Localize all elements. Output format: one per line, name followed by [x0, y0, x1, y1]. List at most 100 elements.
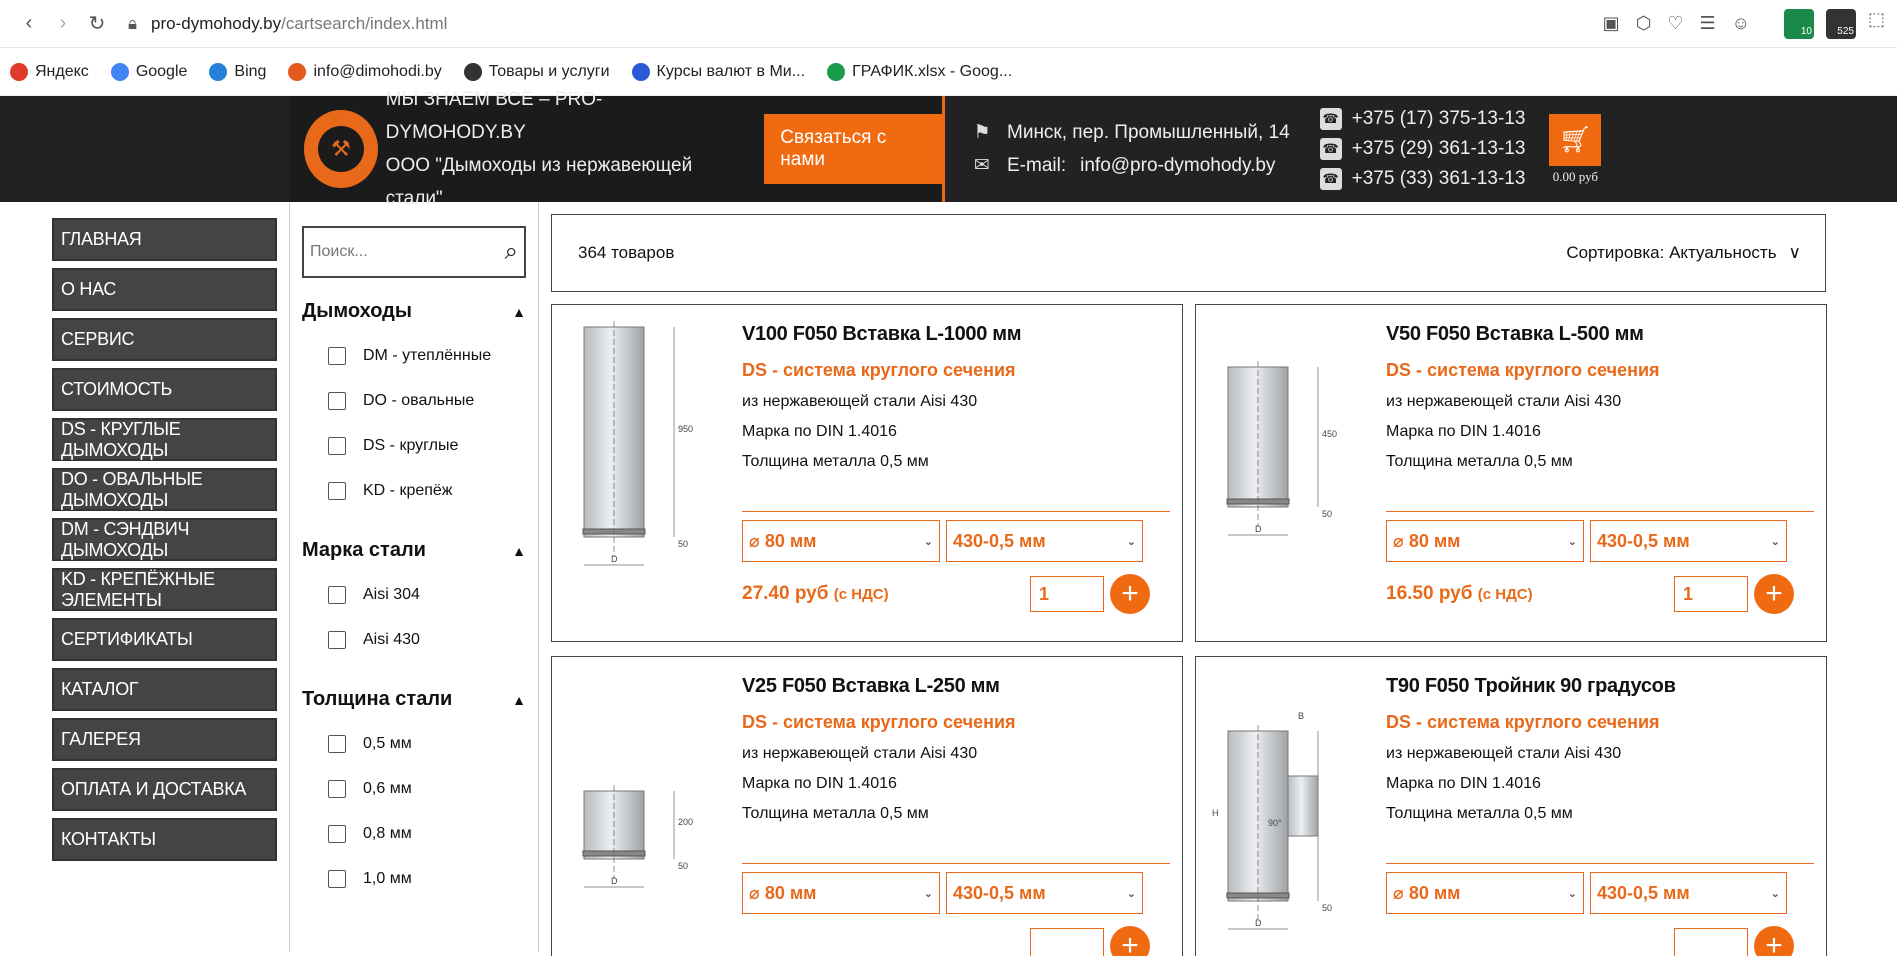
menu-item[interactable]: СЕРТИФИКАТЫ [52, 618, 277, 661]
add-to-cart-button[interactable]: + [1110, 574, 1150, 614]
filter-option[interactable]: DO - овальные [302, 378, 526, 423]
checkbox[interactable] [328, 436, 346, 455]
bookmark-item[interactable]: Bing [209, 62, 267, 81]
menu-item[interactable]: ГАЛЕРЕЯ [52, 718, 277, 761]
checkbox[interactable] [328, 346, 346, 365]
menu-item[interactable]: DO - ОВАЛЬНЫЕ ДЫМОХОДЫ [52, 468, 277, 511]
filter-option[interactable]: 0,6 мм [302, 766, 526, 811]
checkbox[interactable] [328, 391, 346, 410]
filter-option[interactable]: 0,5 мм [302, 721, 526, 766]
product-grid: 950 50 D V100 F050 Вставка L-1000 мм DS - си… [551, 304, 1827, 956]
product-title[interactable]: V25 F050 Вставка L-250 мм [742, 675, 1170, 698]
cart[interactable]: 🛒︎ 0.00 руб [1549, 113, 1602, 185]
bookmark-item[interactable]: Google [110, 62, 188, 81]
collapse-triangle-icon[interactable]: ▲ [512, 543, 526, 559]
menu-item[interactable]: СТОИМОСТЬ [52, 368, 277, 411]
steel-select[interactable]: 430-0,5 мм ⌄ [1590, 520, 1787, 562]
reload-icon[interactable]: ↻ [80, 7, 114, 41]
bookmark-label: Bing [234, 62, 267, 80]
logo-gear-icon[interactable]: ⚒ [310, 116, 372, 182]
product-title[interactable]: T90 F050 Тройник 90 градусов [1386, 675, 1814, 698]
collapse-triangle-icon[interactable]: ▲ [512, 692, 526, 708]
menu-item[interactable]: DS - КРУГЛЫЕ ДЫМОХОДЫ [52, 418, 277, 461]
filter-option[interactable]: KD - крепёж [302, 468, 526, 513]
menu-item[interactable]: СЕРВИС [52, 318, 277, 361]
checkbox[interactable] [328, 734, 346, 753]
product-image[interactable]: 950 50 D [564, 319, 714, 641]
checkbox[interactable] [328, 630, 346, 649]
extension-icon-2[interactable]: 525 [1825, 8, 1856, 39]
steel-select[interactable]: 430-0,5 мм ⌄ [946, 520, 1143, 562]
filter-group-title[interactable]: Дымоходы ▲ [302, 300, 526, 323]
bookmark-item[interactable]: Товары и услуги [463, 62, 610, 81]
extension-icon-1[interactable]: 10 [1783, 8, 1814, 39]
product-image[interactable]: 200 50 D [564, 671, 714, 956]
profile-icon[interactable]: ☺ [1732, 13, 1750, 34]
browser-toolbar: ‹ › ↻ 🔒︎ pro-dymohody.by/cartsearch/inde… [0, 0, 1897, 48]
phone-link[interactable]: +375 (29) 361-13-13 [1352, 134, 1526, 164]
bookmark-label: Google [135, 62, 188, 80]
checkbox[interactable] [328, 824, 346, 843]
settings-sliders-icon[interactable]: ☰ [1699, 13, 1715, 34]
chevron-down-icon: ⌄ [1567, 535, 1577, 548]
shield-icon[interactable]: ⬡ [1636, 13, 1652, 34]
product-spec: Марка по DIN 1.4016 [1386, 423, 1541, 440]
email-link[interactable]: info@pro-dymohody.by [1080, 149, 1275, 182]
search-icon[interactable]: ⌕ [505, 238, 518, 266]
filter-option[interactable]: DS - круглые [302, 423, 526, 468]
filter-option[interactable]: DM - утеплённые [302, 333, 526, 378]
quantity-input[interactable] [1674, 928, 1748, 956]
filter-option[interactable]: 1,0 мм [302, 856, 526, 901]
filter-group-title[interactable]: Марка стали ▲ [302, 539, 526, 562]
filter-option[interactable]: Aisi 304 [302, 572, 526, 617]
address-bar[interactable]: 🔒︎ pro-dymohody.by/cartsearch/index.html [128, 14, 447, 34]
add-to-cart-button[interactable]: + [1110, 926, 1150, 956]
cart-icon[interactable]: 🛒︎ [1549, 113, 1602, 166]
phone-link[interactable]: +375 (33) 361-13-13 [1352, 164, 1526, 194]
add-to-cart-button[interactable]: + [1754, 926, 1794, 956]
menu-item[interactable]: КАТАЛОГ [52, 668, 277, 711]
bookmark-item[interactable]: Курсы валют в Ми... [631, 62, 805, 81]
forward-icon[interactable]: › [46, 7, 80, 41]
diameter-select[interactable]: ⌀ 80 мм ⌄ [1386, 520, 1584, 562]
menu-item[interactable]: KD - КРЕПЁЖНЫЕ ЭЛЕМЕНТЫ [52, 568, 277, 611]
bookmark-item[interactable]: Яндекс [10, 62, 89, 81]
diameter-select[interactable]: ⌀ 80 мм ⌄ [1386, 872, 1584, 914]
product-title[interactable]: V50 F050 Вставка L-500 мм [1386, 323, 1814, 346]
filter-option[interactable]: Aisi 430 [302, 617, 526, 662]
menu-item[interactable]: КОНТАКТЫ [52, 818, 277, 861]
filter-group-title[interactable]: Толщина стали ▲ [302, 688, 526, 711]
product-title[interactable]: V100 F050 Вставка L-1000 мм [742, 323, 1170, 346]
checkbox[interactable] [328, 585, 346, 604]
product-image[interactable]: 450 50 D [1208, 319, 1358, 641]
quantity-input[interactable] [1030, 928, 1104, 956]
search-input[interactable] [310, 243, 480, 261]
product-image[interactable]: B 90° H 50 D [1208, 671, 1358, 956]
collapse-triangle-icon[interactable]: ▲ [512, 304, 526, 320]
diameter-select[interactable]: ⌀ 80 мм ⌄ [742, 520, 940, 562]
steel-select[interactable]: 430-0,5 мм ⌄ [946, 872, 1143, 914]
menu-item[interactable]: ГЛАВНАЯ [52, 218, 277, 261]
contact-button[interactable]: Связаться с нами [764, 114, 942, 184]
back-icon[interactable]: ‹ [12, 7, 46, 41]
quantity-input[interactable]: 1 [1030, 576, 1104, 612]
brand-slogan: МЫ ЗНАЕМ ВСЁ – PRO-DYMOHODY.BY [385, 89, 603, 143]
bookmark-item[interactable]: info@dimohodi.by [288, 62, 442, 81]
quantity-input[interactable]: 1 [1674, 576, 1748, 612]
checkbox[interactable] [328, 481, 346, 500]
camera-icon[interactable]: ▣ [1603, 13, 1620, 34]
menu-item[interactable]: DM - СЭНДВИЧ ДЫМОХОДЫ [52, 518, 277, 561]
sort-dropdown[interactable]: Сортировка: Актуальность ∨ [1566, 243, 1801, 263]
phone-link[interactable]: +375 (17) 375-13-13 [1352, 104, 1526, 134]
checkbox[interactable] [328, 869, 346, 888]
menu-item[interactable]: О НАС [52, 268, 277, 311]
checkbox[interactable] [328, 779, 346, 798]
filter-option[interactable]: 0,8 мм [302, 811, 526, 856]
steel-select[interactable]: 430-0,5 мм ⌄ [1590, 872, 1787, 914]
add-to-cart-button[interactable]: + [1754, 574, 1794, 614]
menu-item[interactable]: ОПЛАТА И ДОСТАВКА [52, 768, 277, 811]
heart-icon[interactable]: ♡ [1667, 13, 1683, 34]
bookmark-item[interactable]: ГРАФИК.xlsx - Goog... [827, 62, 1012, 81]
extensions-cube-icon[interactable]: ⬚ [1868, 9, 1885, 39]
diameter-select[interactable]: ⌀ 80 мм ⌄ [742, 872, 940, 914]
